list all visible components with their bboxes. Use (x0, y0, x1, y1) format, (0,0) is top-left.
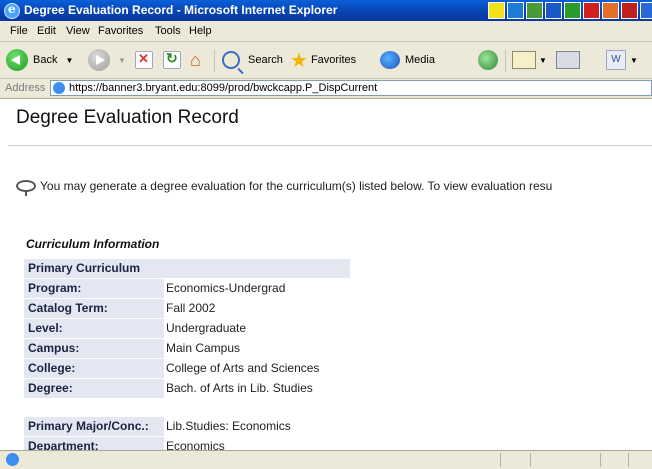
title-bar: Degree Evaluation Record - Microsoft Int… (0, 0, 652, 21)
favorites-label: Favorites (310, 54, 357, 66)
page-title: Degree Evaluation Record (16, 107, 239, 128)
menu-file[interactable]: File (10, 25, 28, 37)
taskbar-icon-7[interactable] (602, 2, 619, 19)
media-label: Media (405, 54, 435, 66)
menu-help[interactable]: Help (189, 25, 212, 37)
print-button[interactable] (556, 47, 580, 73)
edit-button[interactable]: W ▼ (606, 47, 638, 73)
internet-explorer-icon (4, 2, 20, 19)
row-label: Department: (24, 437, 164, 450)
address-input[interactable]: https://banner3.bryant.edu:8099/prod/bwc… (50, 80, 652, 96)
mail-button[interactable]: ▼ (512, 47, 547, 73)
table-header-row: Primary Curriculum (24, 259, 350, 278)
table-row: Primary Major/Conc.: Lib.Studies: Econom… (24, 417, 350, 436)
forward-dropdown-icon[interactable]: ▼ (118, 56, 126, 65)
row-value: College of Arts and Sciences (166, 361, 320, 375)
address-bar: Address https://banner3.bryant.edu:8099/… (0, 79, 652, 99)
status-divider (530, 453, 531, 467)
status-divider (500, 453, 501, 467)
taskbar-icon-5[interactable] (564, 2, 581, 19)
table-row: Degree: Bach. of Arts in Lib. Studies (24, 379, 350, 398)
menu-view[interactable]: View (66, 25, 90, 37)
table-row: Level: Undergraduate (24, 319, 350, 338)
history-button[interactable] (478, 47, 498, 73)
media-icon (380, 51, 400, 69)
status-divider (628, 453, 629, 467)
stop-icon (135, 51, 153, 69)
row-value: Lib.Studies: Economics (166, 419, 291, 433)
taskbar-icon-3[interactable] (526, 2, 543, 19)
table-row: Catalog Term: Fall 2002 (24, 299, 350, 318)
info-speech-icon (16, 180, 36, 196)
home-button[interactable]: ⌂ (190, 47, 201, 73)
row-label: Degree: (24, 379, 164, 398)
star-icon: ★ (290, 49, 308, 72)
section-title: Curriculum Information (26, 237, 160, 251)
menu-tools[interactable]: Tools (155, 25, 181, 37)
taskbar-icon-8[interactable] (621, 2, 638, 19)
search-label: Search (248, 54, 283, 66)
status-divider (600, 453, 601, 467)
refresh-button[interactable] (163, 47, 181, 73)
info-message: You may generate a degree evaluation for… (40, 179, 553, 193)
refresh-icon (163, 50, 181, 69)
forward-arrow-icon (88, 49, 110, 71)
mail-icon (512, 51, 536, 69)
status-bar (0, 450, 652, 469)
row-label: Catalog Term: (24, 299, 164, 318)
toolbar-separator (505, 50, 506, 72)
back-label: Back (33, 54, 58, 66)
status-page-icon (6, 453, 19, 466)
address-label: Address (5, 82, 46, 94)
table-header: Primary Curriculum (24, 259, 350, 278)
favorites-button[interactable]: ★ Favorites (290, 47, 356, 73)
row-value: Main Campus (166, 341, 241, 355)
row-label: College: (24, 359, 164, 378)
table-row: Department: Economics (24, 437, 350, 450)
row-value: Economics (166, 439, 225, 450)
taskbar-icon-6[interactable] (583, 2, 600, 19)
page-content: Degree Evaluation Record You may generat… (0, 99, 652, 450)
media-button[interactable]: Media (380, 47, 435, 73)
stop-button[interactable] (135, 47, 153, 73)
back-dropdown-icon[interactable]: ▼ (65, 56, 73, 65)
edit-dropdown-icon[interactable]: ▼ (630, 56, 638, 65)
toolbar-separator (214, 50, 215, 72)
row-value: Bach. of Arts in Lib. Studies (166, 381, 313, 395)
menu-edit[interactable]: Edit (37, 25, 56, 37)
search-icon (222, 51, 240, 69)
row-value: Undergraduate (166, 321, 247, 335)
window-title: Degree Evaluation Record - Microsoft Int… (24, 3, 338, 17)
word-edit-icon: W (606, 50, 626, 70)
row-value: Fall 2002 (166, 301, 216, 315)
row-label: Primary Major/Conc.: (24, 417, 164, 436)
back-button[interactable]: Back ▼ (6, 47, 73, 73)
menu-favorites[interactable]: Favorites (98, 25, 143, 37)
taskbar-icon-4[interactable] (545, 2, 562, 19)
toolbar: Back ▼ ▼ ⌂ Search ★ Favorites Media ▼ W … (0, 42, 652, 79)
address-url[interactable]: https://banner3.bryant.edu:8099/prod/bwc… (69, 82, 377, 94)
row-label: Level: (24, 319, 164, 338)
table-row: Campus: Main Campus (24, 339, 350, 358)
page-icon (53, 82, 65, 94)
back-arrow-icon (6, 49, 28, 71)
search-button[interactable]: Search (222, 47, 283, 73)
history-icon (478, 50, 498, 70)
forward-button[interactable]: ▼ (88, 47, 126, 73)
table-row: Program: Economics-Undergrad (24, 279, 350, 298)
home-icon: ⌂ (190, 49, 201, 70)
row-label: Campus: (24, 339, 164, 358)
header-divider (8, 145, 652, 146)
table-row: College: College of Arts and Sciences (24, 359, 350, 378)
taskbar-icon-9[interactable] (640, 2, 652, 19)
row-label: Program: (24, 279, 164, 298)
taskbar-icon-1[interactable] (488, 2, 505, 19)
taskbar-icon-2[interactable] (507, 2, 524, 19)
row-value: Economics-Undergrad (166, 281, 286, 295)
mail-dropdown-icon[interactable]: ▼ (539, 56, 547, 65)
menu-bar: File Edit View Favorites Tools Help (0, 21, 652, 42)
print-icon (556, 51, 580, 69)
